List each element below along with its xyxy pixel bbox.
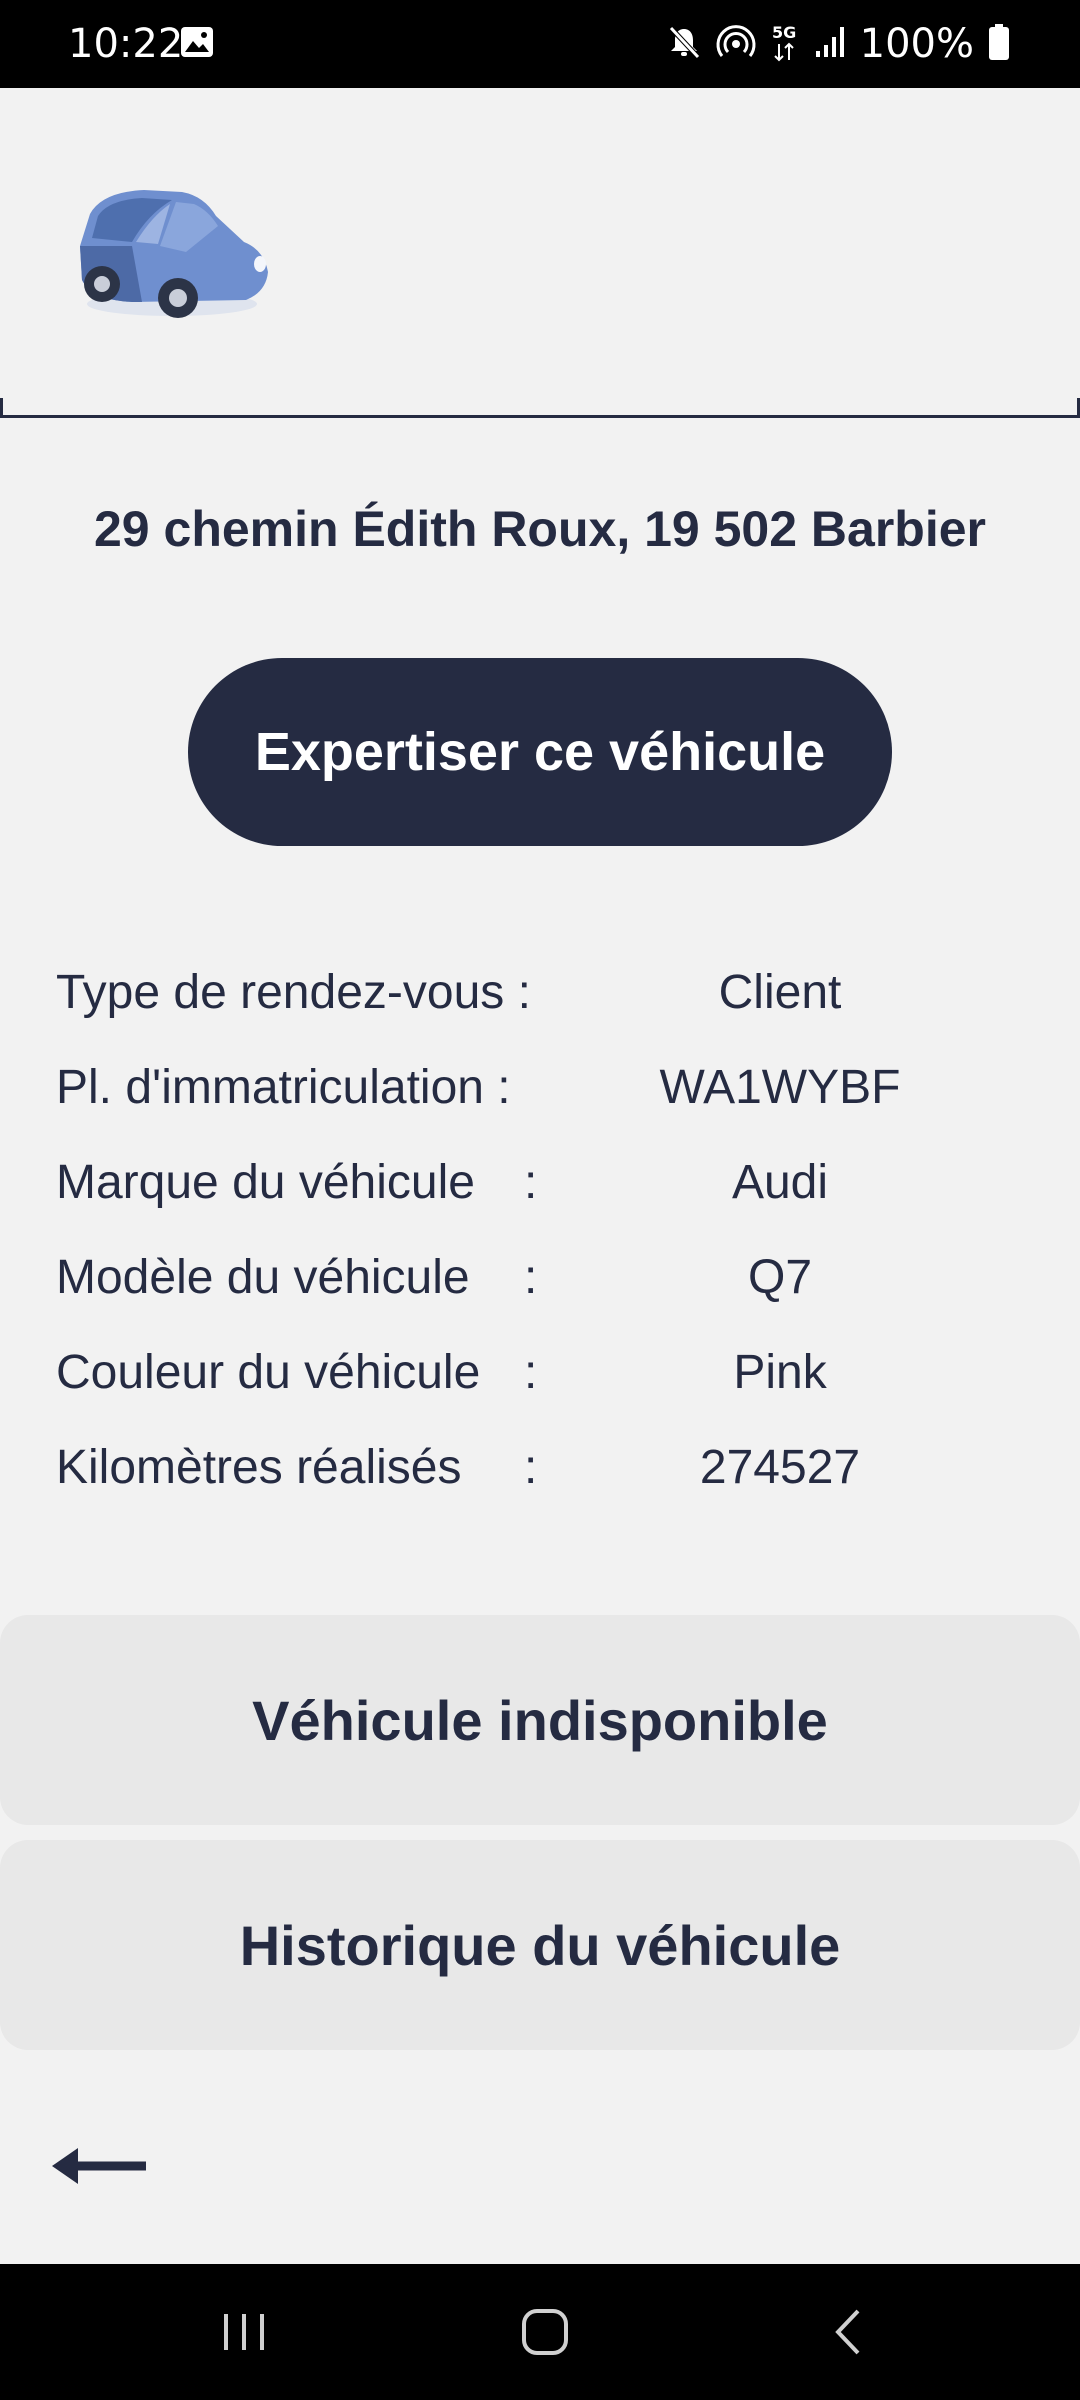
detail-row-mileage: Kilomètres réalisés : 274527: [0, 1420, 1080, 1515]
appointment-address: 29 chemin Édith Roux, 19 502 Barbier: [94, 501, 986, 557]
mute-icon: [666, 24, 702, 64]
detail-label: Marque du véhicule: [56, 1156, 475, 1209]
detail-row-model: Modèle du véhicule : Q7: [0, 1230, 1080, 1325]
battery-icon: [988, 23, 1010, 65]
status-bar: 10:22 5G 100%: [0, 0, 1080, 88]
detail-colon: :: [524, 1156, 538, 1209]
vehicle-details: Type de rendez-vous : Client Pl. d'immat…: [0, 945, 1080, 1515]
vehicle-unavailable-button[interactable]: Véhicule indisponible: [0, 1615, 1080, 1825]
battery-percent: 100%: [859, 21, 974, 67]
signal-icon: [814, 25, 846, 63]
status-time: 10:22: [68, 21, 184, 67]
nav-back-icon[interactable]: [828, 2264, 868, 2400]
detail-value: Pink: [733, 1346, 827, 1399]
svg-text:5G: 5G: [772, 23, 796, 42]
car-icon: [62, 176, 277, 331]
detail-row-license-plate: Pl. d'immatriculation : WA1WYBF: [0, 1040, 1080, 1135]
detail-label: Couleur du véhicule: [56, 1346, 481, 1399]
detail-row-brand: Marque du véhicule : Audi: [0, 1135, 1080, 1230]
back-arrow-icon[interactable]: [48, 2130, 158, 2200]
detail-value: Audi: [731, 1156, 829, 1209]
app-header: [0, 88, 1080, 418]
detail-colon: :: [524, 1251, 538, 1304]
detail-value: WA1WYBF: [659, 1061, 901, 1114]
detail-colon: :: [524, 1441, 538, 1494]
header-divider: [0, 415, 1080, 418]
home-icon[interactable]: [520, 2264, 570, 2400]
detail-value: Q7: [747, 1251, 813, 1304]
detail-row-appointment-type: Type de rendez-vous : Client: [0, 945, 1080, 1040]
image-icon: [180, 26, 214, 62]
detail-label: Kilomètres réalisés: [56, 1441, 462, 1494]
hotspot-icon: [716, 24, 756, 64]
detail-colon: :: [524, 1346, 538, 1399]
detail-label: Type de rendez-vous :: [56, 966, 531, 1019]
vehicle-history-button[interactable]: Historique du véhicule: [0, 1840, 1080, 2050]
status-icons: 5G 100%: [666, 0, 1010, 88]
5g-icon: 5G: [770, 22, 800, 66]
divider-left-tick: [0, 398, 3, 418]
detail-label: Modèle du véhicule: [56, 1251, 470, 1304]
detail-row-color: Couleur du véhicule : Pink: [0, 1325, 1080, 1420]
detail-value: 274527: [699, 1441, 861, 1494]
system-nav-bar: [0, 2264, 1080, 2400]
detail-label: Pl. d'immatriculation :: [56, 1061, 511, 1114]
inspect-vehicle-button[interactable]: Expertiser ce véhicule: [188, 658, 892, 846]
detail-value: Client: [718, 966, 842, 1019]
recents-icon[interactable]: [220, 2264, 268, 2400]
